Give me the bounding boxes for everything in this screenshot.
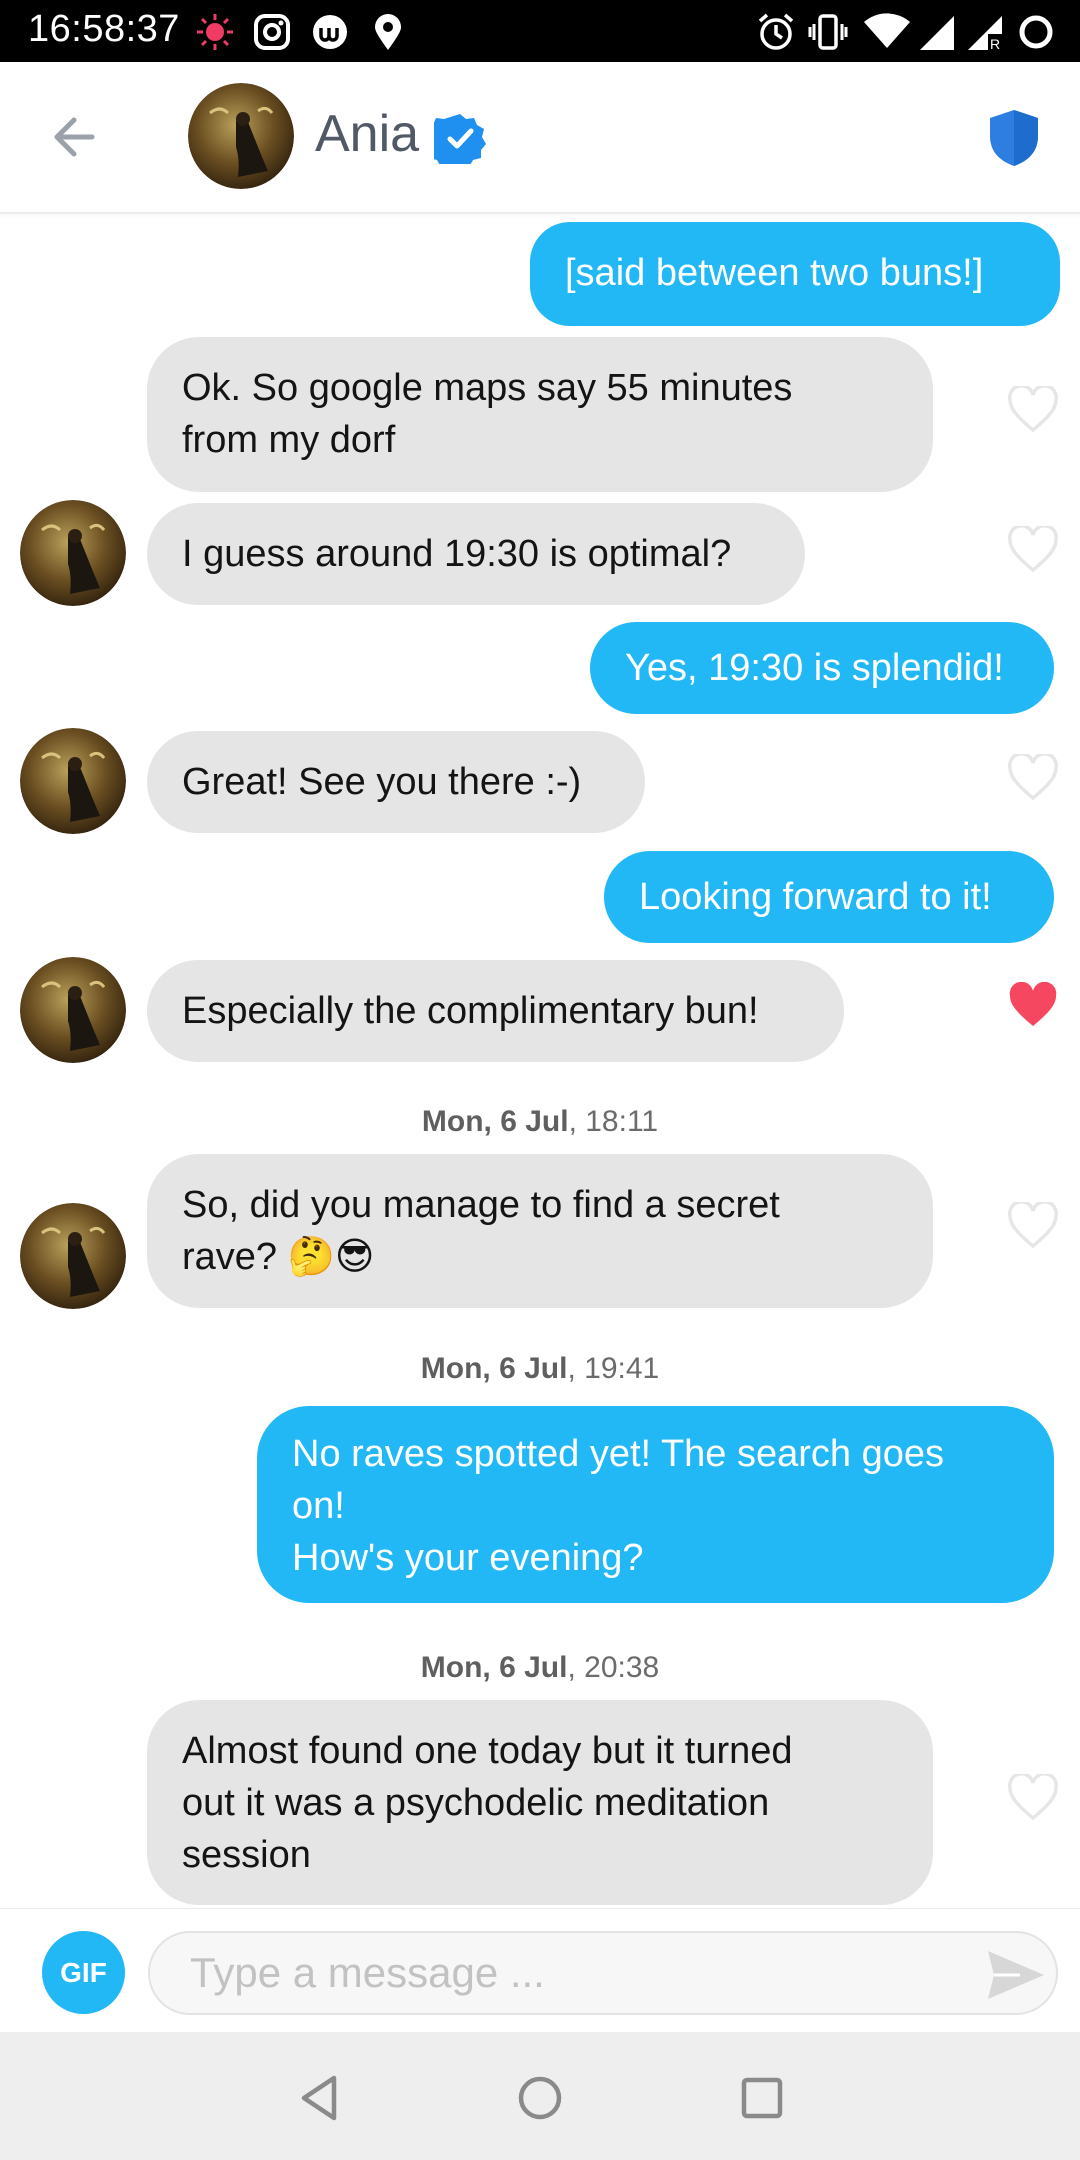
incoming-message[interactable]: Almost found one today but it turned out… [147, 1700, 933, 1905]
outgoing-message[interactable]: No raves spotted yet! The search goes on… [257, 1406, 1054, 1603]
signal-icon [920, 16, 954, 50]
outgoing-message[interactable]: Yes, 19:30 is splendid! [590, 622, 1054, 714]
avatar[interactable] [20, 728, 126, 834]
incoming-message[interactable]: Great! See you there :-) [147, 731, 645, 833]
outgoing-message[interactable]: [said between two buns!] [530, 222, 1060, 326]
like-heart-icon[interactable] [1008, 526, 1058, 572]
back-arrow-icon[interactable] [44, 107, 104, 167]
navigation-bar [0, 2032, 1080, 2160]
vibrate-icon [808, 14, 848, 50]
date-separator: Mon, 6 Jul, 18:11 [421, 1105, 659, 1138]
shield-icon[interactable] [988, 108, 1040, 168]
like-heart-icon[interactable] [1008, 1774, 1058, 1820]
verified-badge-icon [434, 114, 486, 164]
chat-header: Ania [0, 62, 1080, 214]
liked-heart-icon[interactable] [1008, 982, 1058, 1028]
send-icon[interactable] [986, 1949, 1046, 2001]
wifi-icon [864, 13, 910, 48]
contact-name[interactable]: Ania [315, 104, 419, 164]
record-icon [197, 14, 233, 50]
avatar[interactable] [188, 83, 294, 189]
incoming-message[interactable]: Especially the complimentary bun! [147, 960, 844, 1062]
svg-text:R: R [990, 36, 1000, 52]
status-time: 16:58:37 [28, 8, 180, 50]
like-heart-icon[interactable] [1008, 1202, 1058, 1248]
date-separator: Mon, 6 Jul, 19:41 [420, 1352, 660, 1385]
avatar[interactable] [20, 957, 126, 1063]
gif-button[interactable]: GIF [42, 1931, 125, 2014]
alarm-icon [758, 13, 794, 50]
status-bar: 16:58:37 R [0, 0, 1080, 62]
outgoing-message[interactable]: Looking forward to it! [604, 851, 1054, 943]
like-heart-icon[interactable] [1008, 386, 1058, 432]
message-input[interactable] [148, 1931, 1058, 2015]
app-icon [313, 15, 347, 49]
date-separator: Mon, 6 Jul, 20:38 [420, 1651, 660, 1684]
signal-roaming-icon: R [968, 16, 1002, 52]
message-composer: GIF [0, 1908, 1080, 2033]
home-circle-icon[interactable] [514, 2072, 566, 2124]
like-heart-icon[interactable] [1008, 754, 1058, 800]
avatar[interactable] [20, 500, 126, 606]
incoming-message[interactable]: So, did you manage to find a secret rave… [147, 1154, 933, 1308]
incoming-message[interactable]: Ok. So google maps say 55 minutes from m… [147, 337, 933, 492]
avatar[interactable] [20, 1203, 126, 1309]
battery-icon [1019, 15, 1053, 49]
recents-square-icon[interactable] [736, 2072, 788, 2124]
incoming-message[interactable]: I guess around 19:30 is optimal? [147, 503, 805, 605]
back-triangle-icon[interactable] [294, 2072, 346, 2124]
instagram-icon [254, 14, 290, 50]
location-icon [375, 14, 401, 50]
